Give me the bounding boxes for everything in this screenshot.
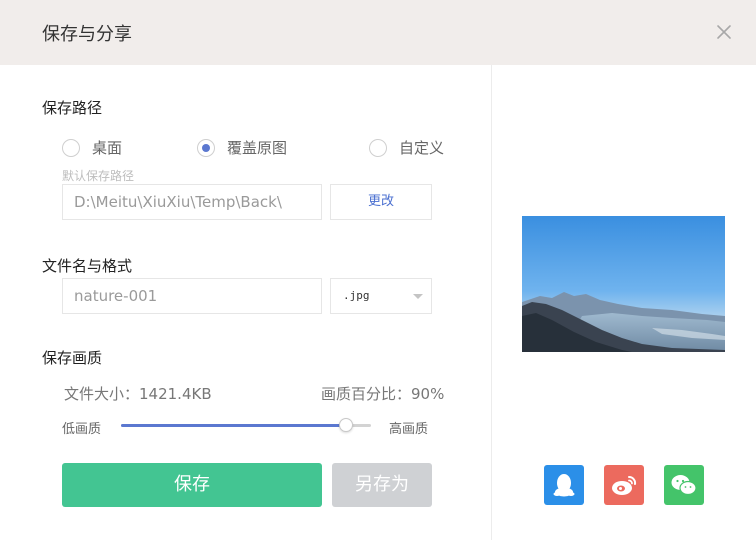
save-button[interactable]: 保存 [62,463,322,507]
image-preview [522,216,725,352]
radio-label: 桌面 [92,139,123,157]
radio-circle [197,138,215,157]
qq-icon [553,474,575,497]
file-name-input[interactable]: nature-001 [62,278,322,314]
radio-label: 自定义 [399,139,445,157]
save-as-button[interactable]: 另存为 [332,463,432,507]
radio-circle [62,138,80,157]
radio-desktop[interactable]: 桌面 [62,137,122,158]
dialog-header: 保存与分享 [0,0,756,65]
wechat-icon [671,475,697,496]
format-value: .jpg [343,289,370,302]
share-qq-button[interactable] [544,465,584,505]
quality-slider-thumb[interactable] [339,418,353,432]
quality-percent-text: 画质百分比：90% [321,385,445,403]
radio-circle [369,138,387,157]
share-wechat-button[interactable] [664,465,704,505]
close-icon [717,25,731,39]
quality-slider-fill [121,424,346,427]
default-path-hint: 默认保存路径 [62,169,135,183]
weibo-icon [612,475,637,495]
change-path-button[interactable]: 更改 [330,184,432,220]
low-quality-label: 低画质 [62,422,102,437]
save-path-input[interactable]: D:\Meitu\XiuXiu\Temp\Back\ [62,184,322,220]
radio-custom[interactable]: 自定义 [369,137,444,158]
close-button[interactable] [714,22,734,42]
save-path-title: 保存路径 [42,99,103,117]
dialog-title: 保存与分享 [42,24,132,45]
share-weibo-button[interactable] [604,465,644,505]
chevron-down-icon [413,294,423,299]
quality-slider[interactable] [121,418,371,432]
radio-label: 覆盖原图 [227,139,288,157]
file-size-text: 文件大小：1421.4KB [64,385,212,403]
radio-overwrite-original[interactable]: 覆盖原图 [197,137,287,158]
format-select[interactable]: .jpg [330,278,432,314]
landscape-preview-image [522,216,725,352]
file-format-title: 文件名与格式 [42,257,133,275]
high-quality-label: 高画质 [389,422,429,437]
quality-title: 保存画质 [42,349,103,367]
